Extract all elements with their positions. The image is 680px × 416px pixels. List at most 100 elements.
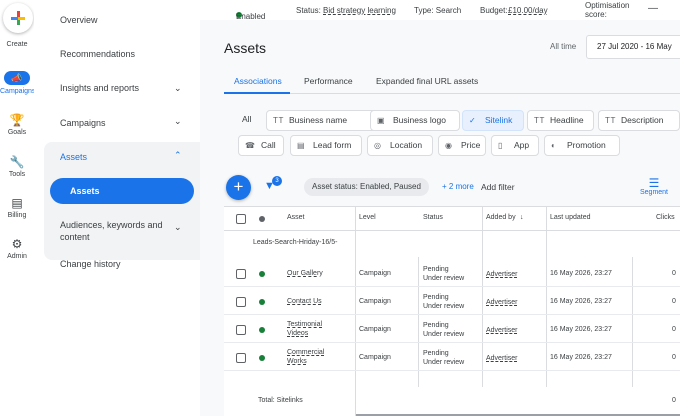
asset-status-filter-chip[interactable]: Asset status: Enabled, Paused — [304, 178, 429, 196]
chip-location[interactable]: ◎ Location — [367, 135, 433, 156]
rail-campaigns-label: Campaigns — [0, 88, 36, 95]
budget-value[interactable]: £10.00/day — [508, 6, 548, 15]
chip-headline[interactable]: T T Headline — [527, 110, 594, 131]
phone-icon: ☎ — [245, 141, 255, 150]
asset-name[interactable]: Commercial Works — [287, 348, 337, 366]
header-status[interactable]: Status — [423, 214, 443, 221]
rail-admin-label: Admin — [7, 253, 27, 260]
tab-performance[interactable]: Performance — [304, 76, 353, 86]
table-row[interactable]: Contact Us Campaign Pending Under review… — [224, 287, 680, 315]
side-navigation: Overview Recommendations Insights and re… — [34, 0, 200, 416]
nav-insights[interactable]: Insights and reports — [60, 83, 139, 93]
rail-item-tools[interactable]: 🔧 Tools — [0, 155, 34, 178]
nav-change-history[interactable]: Change history — [60, 259, 121, 269]
segment-button[interactable]: ☰ Segment — [636, 177, 672, 196]
add-asset-button[interactable]: + — [226, 175, 251, 200]
nav-audiences[interactable]: Audiences, keywords and content — [60, 219, 172, 243]
chip-call[interactable]: ☎ Call — [238, 135, 284, 156]
form-icon: ▤ — [297, 141, 305, 150]
select-all-checkbox[interactable] — [236, 214, 246, 224]
page-title: Assets — [224, 40, 267, 56]
header-level[interactable]: Level — [359, 214, 376, 221]
nav-assets-active[interactable]: Assets — [50, 178, 194, 204]
chip-description[interactable]: T T Description — [598, 110, 680, 131]
check-icon: ✓ — [469, 116, 476, 125]
create-button[interactable] — [3, 3, 33, 33]
chevron-down-icon[interactable]: ⌄ — [174, 222, 182, 233]
asset-added-by[interactable]: Advertiser — [486, 326, 518, 335]
all-time-label: All time — [550, 42, 577, 51]
asset-status: Pending Under review — [423, 350, 465, 366]
location-pin-icon: ◎ — [374, 141, 381, 150]
asset-added-by[interactable]: Advertiser — [486, 270, 518, 279]
chevron-down-icon[interactable]: ⌄ — [174, 83, 182, 94]
rail-item-admin[interactable]: ⚙ Admin — [0, 237, 34, 260]
phone-app-icon: ▯ — [498, 141, 503, 150]
nav-overview[interactable]: Overview — [60, 15, 98, 25]
enabled-status-dot — [259, 355, 265, 361]
nav-recommendations[interactable]: Recommendations — [60, 49, 135, 59]
chevron-down-icon[interactable]: ⌄ — [174, 116, 182, 127]
chip-promotion[interactable]: ◐ Promotion — [544, 135, 620, 156]
asset-level: Campaign — [359, 298, 391, 305]
header-added-by[interactable]: Added by — [486, 214, 516, 221]
asset-added-by[interactable]: Advertiser — [486, 298, 518, 307]
asset-last-updated: 16 May 2026, 23:27 — [550, 270, 612, 277]
assets-table: Asset Level Status Added by ↓ Last updat… — [224, 206, 680, 416]
chip-price[interactable]: ◉ Price — [438, 135, 486, 156]
image-icon: ▣ — [377, 116, 385, 125]
row-checkbox[interactable] — [236, 353, 246, 363]
rail-item-campaigns[interactable]: 📣 Campaigns — [0, 71, 36, 95]
enabled-status-dot — [259, 299, 265, 305]
chevron-up-icon[interactable]: ⌃ — [174, 150, 182, 161]
date-range-picker[interactable]: 27 Jul 2020 - 16 May — [586, 35, 680, 59]
table-row[interactable]: Commercial Works Campaign Pending Under … — [224, 343, 680, 371]
navigation-rail: Create 📣 Campaigns 🏆 Goals 🔧 Tools ▤ Bil… — [0, 0, 36, 416]
chip-all[interactable]: All — [238, 110, 255, 131]
minus-icon[interactable]: — — [648, 3, 658, 14]
table-row[interactable]: Our Gallery Campaign Pending Under revie… — [224, 259, 680, 287]
chip-sitelink[interactable]: ✓ Sitelink — [462, 110, 524, 131]
text-format-icon: T T — [273, 116, 284, 125]
asset-last-updated: 16 May 2026, 23:27 — [550, 298, 612, 305]
asset-last-updated: 16 May 2026, 23:27 — [550, 354, 612, 361]
tab-associations[interactable]: Associations — [234, 76, 282, 86]
add-filter-button[interactable]: Add filter — [481, 182, 515, 192]
nav-assets-group-label[interactable]: Assets — [60, 152, 87, 162]
asset-status: Pending Under review — [423, 266, 465, 282]
header-asset[interactable]: Asset — [287, 214, 305, 221]
rail-create-label[interactable]: Create — [0, 41, 34, 48]
asset-level: Campaign — [359, 326, 391, 333]
chip-lead-form[interactable]: ▤ Lead form — [290, 135, 362, 156]
header-last-updated[interactable]: Last updated — [550, 214, 590, 221]
asset-name[interactable]: Contact Us — [287, 297, 322, 306]
nav-campaigns[interactable]: Campaigns — [60, 118, 106, 128]
more-filters-link[interactable]: + 2 more — [442, 182, 474, 191]
chip-business-logo[interactable]: ▣ Business logo — [370, 110, 460, 131]
row-checkbox[interactable] — [236, 325, 246, 335]
table-row[interactable]: Testimonial Videos Campaign Pending Unde… — [224, 315, 680, 343]
rail-item-billing[interactable]: ▤ Billing — [0, 196, 34, 219]
status-value[interactable]: Bid strategy learning — [323, 6, 396, 15]
filter-count-badge: 3 — [272, 176, 282, 186]
status-label: Status: — [296, 6, 321, 15]
tab-expanded-final-url[interactable]: Expanded final URL assets — [376, 76, 478, 86]
price-icon: ◉ — [445, 141, 452, 150]
asset-name[interactable]: Testimonial Videos — [287, 320, 337, 338]
table-header: Asset Level Status Added by ↓ Last updat… — [224, 207, 680, 231]
row-checkbox[interactable] — [236, 269, 246, 279]
row-checkbox[interactable] — [236, 297, 246, 307]
optimisation-score-label[interactable]: Optimisation score: — [585, 1, 645, 19]
text-format-icon: T T — [534, 116, 545, 125]
header-clicks[interactable]: Clicks — [656, 214, 675, 221]
asset-clicks: 0 — [672, 354, 676, 361]
asset-name[interactable]: Our Gallery — [287, 269, 323, 278]
sort-arrow-down-icon[interactable]: ↓ — [520, 214, 524, 221]
asset-added-by[interactable]: Advertiser — [486, 354, 518, 363]
asset-clicks: 0 — [672, 270, 676, 277]
total-clicks: 0 — [672, 397, 676, 404]
rail-tools-label: Tools — [8, 171, 26, 178]
chip-app[interactable]: ▯ App — [491, 135, 539, 156]
enabled-status-dot — [259, 327, 265, 333]
rail-item-goals[interactable]: 🏆 Goals — [0, 113, 34, 136]
